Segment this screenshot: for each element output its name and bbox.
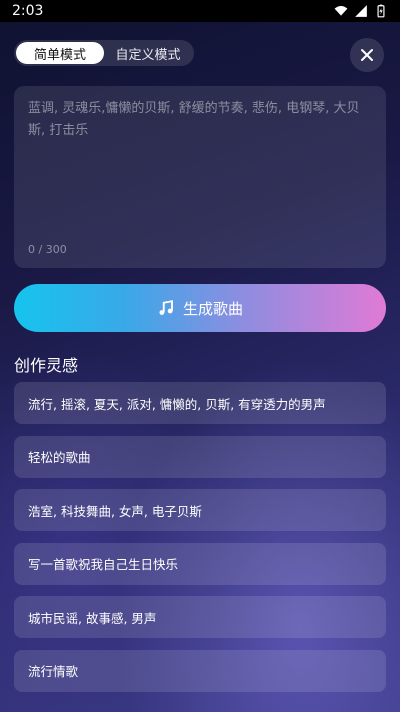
inspiration-item[interactable]: 流行, 摇滚, 夏天, 派对, 慵懒的, 贝斯, 有穿透力的男声 (14, 382, 386, 424)
status-bar: 2:03 (0, 0, 400, 22)
prompt-input[interactable]: 蓝调, 灵魂乐,慵懒的贝斯, 舒缓的节奏, 悲伤, 电钢琴, 大贝斯, 打击乐 … (14, 86, 386, 268)
generate-song-label: 生成歌曲 (182, 299, 243, 318)
generate-song-button[interactable]: 生成歌曲 (14, 284, 386, 332)
simple-mode-tab[interactable]: 简单模式 (16, 42, 104, 64)
close-icon (361, 49, 373, 61)
mode-toggle: 简单模式 自定义模式 (14, 40, 194, 66)
close-button[interactable] (350, 38, 384, 72)
battery-icon (377, 4, 385, 18)
inspiration-item[interactable]: 城市民谣, 故事感, 男声 (14, 596, 386, 638)
prompt-placeholder: 蓝调, 灵魂乐,慵懒的贝斯, 舒缓的节奏, 悲伤, 电钢琴, 大贝斯, 打击乐 (28, 101, 360, 138)
inspiration-item[interactable]: 写一首歌祝我自己生日快乐 (14, 542, 386, 585)
signal-icon (355, 5, 367, 17)
status-icons (334, 4, 388, 18)
inspiration-item[interactable]: 轻松的歌曲 (14, 435, 386, 478)
music-note-icon (159, 300, 173, 315)
wifi-icon (334, 6, 348, 16)
inspiration-item[interactable]: 流行情歌 (14, 649, 386, 692)
custom-mode-tab[interactable]: 自定义模式 (104, 42, 192, 64)
character-counter: 0 / 300 (28, 243, 67, 256)
inspiration-item[interactable]: 浩室, 科技舞曲, 女声, 电子贝斯 (14, 489, 386, 531)
inspiration-list: 流行, 摇滚, 夏天, 派对, 慵懒的, 贝斯, 有穿透力的男声 轻松的歌曲 浩… (14, 382, 386, 703)
status-time: 2:03 (12, 3, 44, 19)
inspiration-title: 创作灵感 (14, 356, 79, 375)
